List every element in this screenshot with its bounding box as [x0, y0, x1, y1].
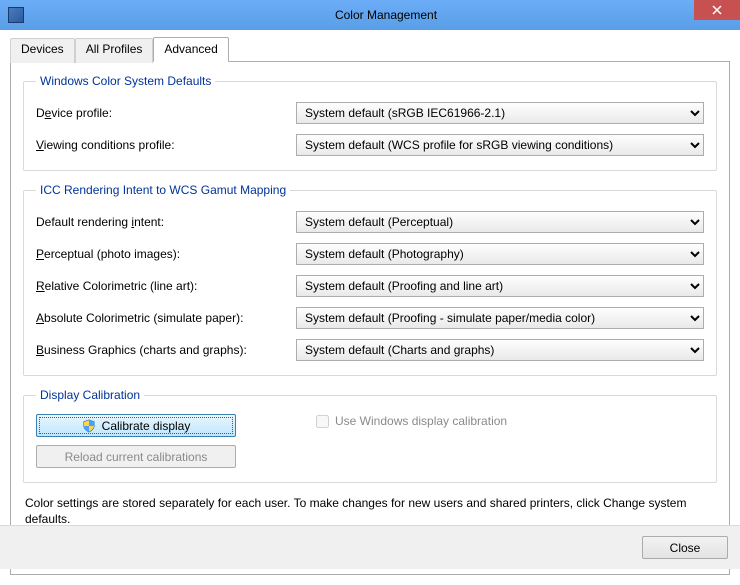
row-device-profile: Device profile: System default (sRGB IEC…: [36, 102, 704, 124]
tab-all-profiles[interactable]: All Profiles: [75, 38, 154, 63]
window-close-button[interactable]: [694, 0, 740, 20]
perceptual-combo[interactable]: System default (Photography): [296, 243, 704, 265]
perceptual-label: Perceptual (photo images):: [36, 247, 296, 261]
viewing-conditions-combo[interactable]: System default (WCS profile for sRGB vie…: [296, 134, 704, 156]
dialog-content: Devices All Profiles Advanced Windows Co…: [0, 30, 740, 585]
window-titlebar: Color Management: [0, 0, 740, 30]
tab-all-profiles-label: All Profiles: [86, 42, 143, 56]
default-intent-label: Default rendering intent:: [36, 215, 296, 229]
group-display-calibration: Display Calibration Calibrate display Re…: [23, 388, 717, 483]
tab-devices-label: Devices: [21, 42, 64, 56]
business-label: Business Graphics (charts and graphs):: [36, 343, 296, 357]
viewing-conditions-label: Viewing conditions profile:: [36, 138, 296, 152]
device-profile-combo[interactable]: System default (sRGB IEC61966-2.1): [296, 102, 704, 124]
calibration-buttons: Calibrate display Reload current calibra…: [36, 414, 256, 468]
reload-calibrations-label: Reload current calibrations: [65, 450, 208, 464]
use-windows-calibration-label: Use Windows display calibration: [335, 414, 507, 428]
tab-strip: Devices All Profiles Advanced: [10, 36, 730, 62]
calibrate-display-button[interactable]: Calibrate display: [36, 414, 236, 437]
absolute-combo[interactable]: System default (Proofing - simulate pape…: [296, 307, 704, 329]
group-icc-mapping: ICC Rendering Intent to WCS Gamut Mappin…: [23, 183, 717, 376]
app-icon: [8, 7, 24, 23]
relative-combo[interactable]: System default (Proofing and line art): [296, 275, 704, 297]
row-absolute: Absolute Colorimetric (simulate paper): …: [36, 307, 704, 329]
calibration-content: Calibrate display Reload current calibra…: [36, 412, 704, 468]
use-windows-calibration-checkbox[interactable]: [316, 415, 329, 428]
dialog-footer: Close: [0, 525, 740, 569]
row-default-intent: Default rendering intent: System default…: [36, 211, 704, 233]
row-viewing-conditions: Viewing conditions profile: System defau…: [36, 134, 704, 156]
footer-note: Color settings are stored separately for…: [25, 495, 715, 527]
close-button[interactable]: Close: [642, 536, 728, 559]
relative-label: Relative Colorimetric (line art):: [36, 279, 296, 293]
close-button-label: Close: [670, 541, 701, 555]
reload-calibrations-button[interactable]: Reload current calibrations: [36, 445, 236, 468]
business-combo[interactable]: System default (Charts and graphs): [296, 339, 704, 361]
group-wcs-defaults: Windows Color System Defaults Device pro…: [23, 74, 717, 171]
use-windows-calibration-row: Use Windows display calibration: [316, 414, 507, 428]
tab-advanced-label: Advanced: [164, 42, 217, 56]
default-intent-combo[interactable]: System default (Perceptual): [296, 211, 704, 233]
calibrate-display-label: Calibrate display: [102, 419, 191, 433]
tab-devices[interactable]: Devices: [10, 38, 75, 63]
window-title: Color Management: [32, 8, 740, 22]
group-icc-mapping-legend: ICC Rendering Intent to WCS Gamut Mappin…: [36, 183, 290, 197]
row-business: Business Graphics (charts and graphs): S…: [36, 339, 704, 361]
close-icon: [712, 5, 722, 15]
row-perceptual: Perceptual (photo images): System defaul…: [36, 243, 704, 265]
absolute-label: Absolute Colorimetric (simulate paper):: [36, 311, 296, 325]
uac-shield-icon: [82, 419, 96, 433]
device-profile-label: Device profile:: [36, 106, 296, 120]
group-wcs-defaults-legend: Windows Color System Defaults: [36, 74, 215, 88]
row-relative: Relative Colorimetric (line art): System…: [36, 275, 704, 297]
tab-panel-advanced: Windows Color System Defaults Device pro…: [10, 62, 730, 575]
group-display-calibration-legend: Display Calibration: [36, 388, 144, 402]
tab-advanced[interactable]: Advanced: [153, 37, 228, 62]
